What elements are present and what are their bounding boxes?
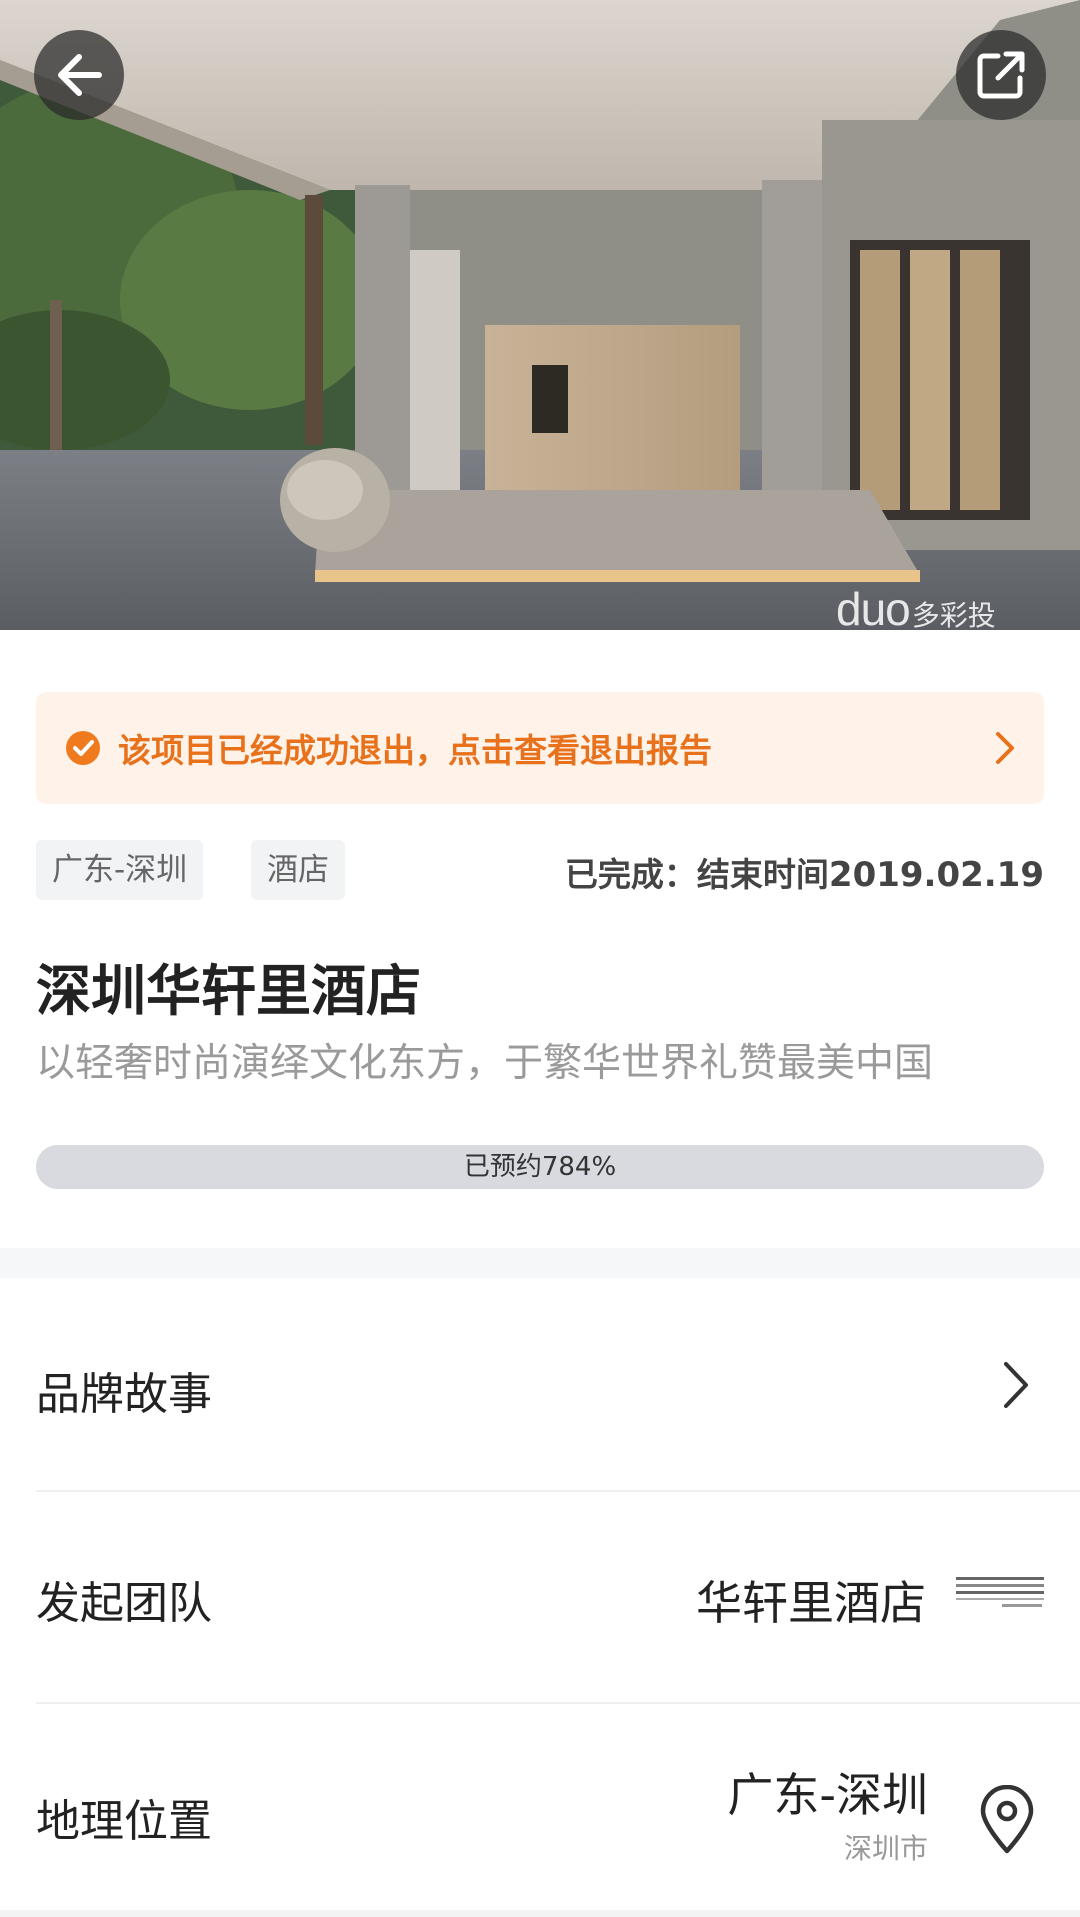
finish-status: 已完成：结束时间2019.02.19 (565, 848, 1044, 896)
check-circle-icon (66, 731, 100, 765)
location-pin-icon (980, 1785, 1034, 1854)
team-label: 发起团队 (36, 1578, 212, 1629)
chevron-right-icon (1004, 1362, 1028, 1408)
brand-story-label: 品牌故事 (36, 1369, 212, 1420)
share-button[interactable] (956, 30, 1046, 120)
row-separator (36, 1702, 1080, 1704)
finish-prefix: 已完成：结束时间 (564, 855, 829, 894)
location-value: 广东-深圳 (727, 1768, 928, 1822)
hotel-entrance-photo (0, 0, 1080, 630)
project-title: 深圳华轩里酒店 (36, 959, 422, 1023)
tag-category: 酒店 (251, 840, 345, 900)
tag-region: 广东-深圳 (36, 840, 204, 900)
watermark-main: duo (836, 583, 911, 630)
progress-label: 已预约784% (463, 1152, 617, 1182)
arrow-left-icon (58, 54, 102, 96)
external-share-icon (977, 51, 1025, 99)
row-brand-story[interactable]: 品牌故事 (0, 1280, 1080, 1490)
notice-text: 该项目已经成功退出，点击查看退出报告 (118, 731, 712, 770)
section-divider (0, 1248, 1080, 1278)
watermark: duo多彩投 (836, 582, 996, 630)
project-subtitle: 以轻奢时尚演绎文化东方，于繁华世界礼赞最美中国 (36, 1041, 934, 1086)
row-team[interactable]: 发起团队 华轩里酒店 (0, 1493, 1080, 1703)
reservation-progress-bar: 已预约784% (36, 1145, 1044, 1189)
team-logo (956, 1577, 1044, 1607)
watermark-cn: 多彩投 (911, 600, 996, 630)
chevron-right-icon (996, 732, 1014, 764)
location-city: 深圳市 (843, 1832, 928, 1865)
hero-image: duo多彩投 (0, 0, 1080, 630)
row-location[interactable]: 地理位置 广东-深圳 深圳市 (0, 1705, 1080, 1915)
team-value: 华轩里酒店 (696, 1576, 926, 1630)
finish-date: 2019.02.19 (828, 855, 1044, 895)
back-button[interactable] (34, 30, 124, 120)
location-label: 地理位置 (36, 1796, 212, 1847)
row-separator (36, 1490, 1080, 1492)
exit-report-notice[interactable]: 该项目已经成功退出，点击查看退出报告 (36, 692, 1044, 804)
bottom-band (0, 1910, 1080, 1917)
